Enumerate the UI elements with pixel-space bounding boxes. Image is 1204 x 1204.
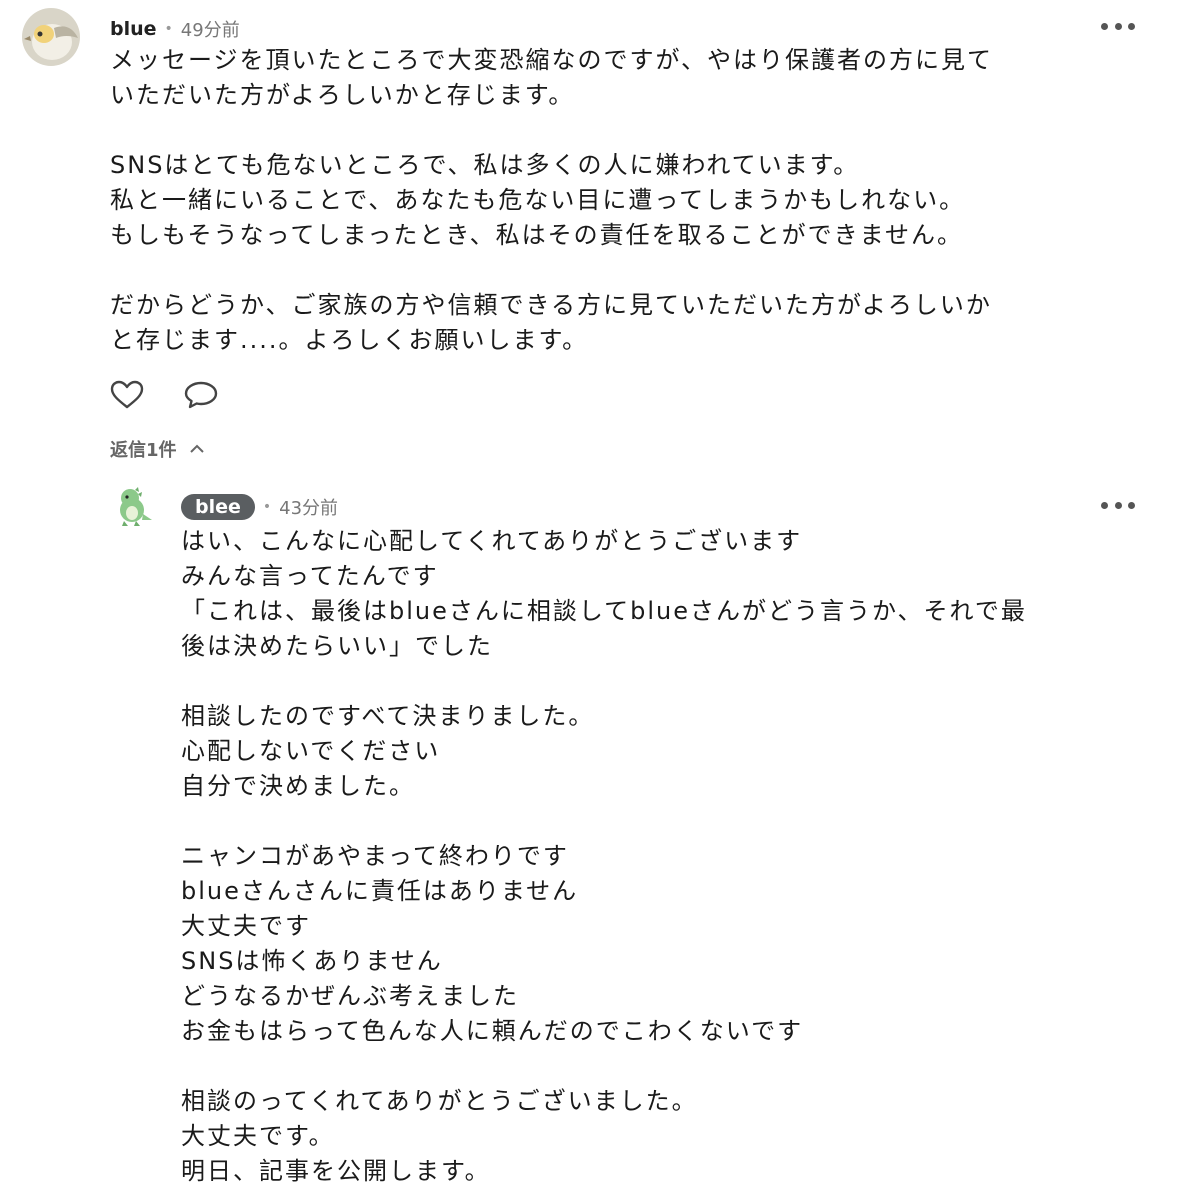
- username[interactable]: blue: [110, 18, 157, 40]
- comment-body: メッセージを頂いたところで大変恐縮なのですが、やはり保護者の方に見て いただいた…: [110, 43, 993, 358]
- comment-line: 心配しないでください: [181, 737, 441, 765]
- comment-line: SNSは怖くありません: [181, 947, 443, 975]
- username-badge[interactable]: blee: [181, 494, 255, 520]
- comment-line: 「これは、最後はblueさんに相談してblueさんがどう言うか、それで最: [181, 597, 1027, 625]
- avatar-dino[interactable]: [110, 484, 154, 528]
- avatar-bird[interactable]: [22, 8, 80, 66]
- comment-meta: blue • 49分前: [110, 16, 240, 42]
- comment-line: 相談のってくれてありがとうございました。: [181, 1087, 698, 1115]
- comment-line: [181, 804, 1027, 839]
- comment-line: blueさんさんに責任はありません: [181, 877, 579, 905]
- timestamp: 43分前: [279, 498, 339, 519]
- chevron-up-icon: [189, 444, 204, 453]
- comment-line: と存じます....。よろしくお願いします。: [110, 326, 589, 354]
- comment-body: はい、こんなに心配してくれてありがとうございます みんな言ってたんです 「これは…: [181, 524, 1027, 1189]
- timestamp: 49分前: [180, 20, 240, 41]
- comment-line: 私と一緒にいることで、あなたも危ない目に遭ってしまうかもしれない。: [110, 186, 966, 214]
- comment-line: 大丈夫です: [181, 912, 311, 940]
- more-dots-icon: [1101, 501, 1108, 509]
- replies-label: 返信1件: [110, 440, 177, 461]
- comment-line: 明日、記事を公開します。: [181, 1157, 491, 1185]
- comment-line: どうなるかぜんぶ考えました: [181, 982, 519, 1010]
- more-dots-icon: [1128, 501, 1135, 509]
- comment-line: [181, 664, 1027, 699]
- dinosaur-avatar-icon: [120, 487, 152, 526]
- separator-dot: •: [164, 21, 173, 37]
- comment-line: [181, 1049, 1027, 1084]
- speech-bubble-icon[interactable]: [184, 380, 218, 410]
- comment-meta: blee • 43分前: [181, 494, 338, 520]
- heart-icon[interactable]: [110, 380, 144, 410]
- comment-line: お金もはらって色んな人に頼んだのでこわくないです: [181, 1017, 804, 1045]
- comment-line: 大丈夫です。: [181, 1122, 335, 1150]
- more-dots-icon: [1114, 501, 1122, 509]
- comment-line: だからどうか、ご家族の方や信頼できる方に見ていただいた方がよろしいか: [110, 291, 992, 319]
- more-dots-icon: [1114, 22, 1122, 30]
- comment-line: はい、こんなに心配してくれてありがとうございます: [181, 527, 803, 555]
- comment-line: もしもそうなってしまったとき、私はその責任を取ることができません。: [110, 221, 963, 249]
- more-dots-icon: [1101, 22, 1108, 30]
- comment-line: [110, 113, 993, 148]
- comment-actions: [110, 380, 218, 410]
- more-options-button[interactable]: [1101, 497, 1135, 513]
- comment-line: みんな言ってたんです: [181, 562, 439, 590]
- comment-line: メッセージを頂いたところで大変恐縮なのですが、やはり保護者の方に見て: [110, 46, 994, 74]
- comment-line: SNSはとても危ないところで、私は多くの人に嫌われています。: [110, 151, 860, 179]
- comment-line: いただいた方がよろしいかと存じます。: [110, 81, 575, 109]
- comment-line: [110, 253, 993, 288]
- comment-line: ニャンコがあやまって終わりです: [181, 842, 569, 870]
- comment-line: 自分で決めました。: [181, 772, 415, 800]
- bird-avatar-icon: [22, 8, 80, 66]
- separator-dot: •: [262, 499, 272, 515]
- more-options-button[interactable]: [1101, 18, 1135, 34]
- comment-line: 後は決めたらいい」でした: [181, 632, 493, 660]
- comment-line: 相談したのですべて決まりました。: [181, 702, 595, 730]
- more-dots-icon: [1128, 22, 1135, 30]
- replies-toggle[interactable]: 返信1件: [110, 436, 205, 462]
